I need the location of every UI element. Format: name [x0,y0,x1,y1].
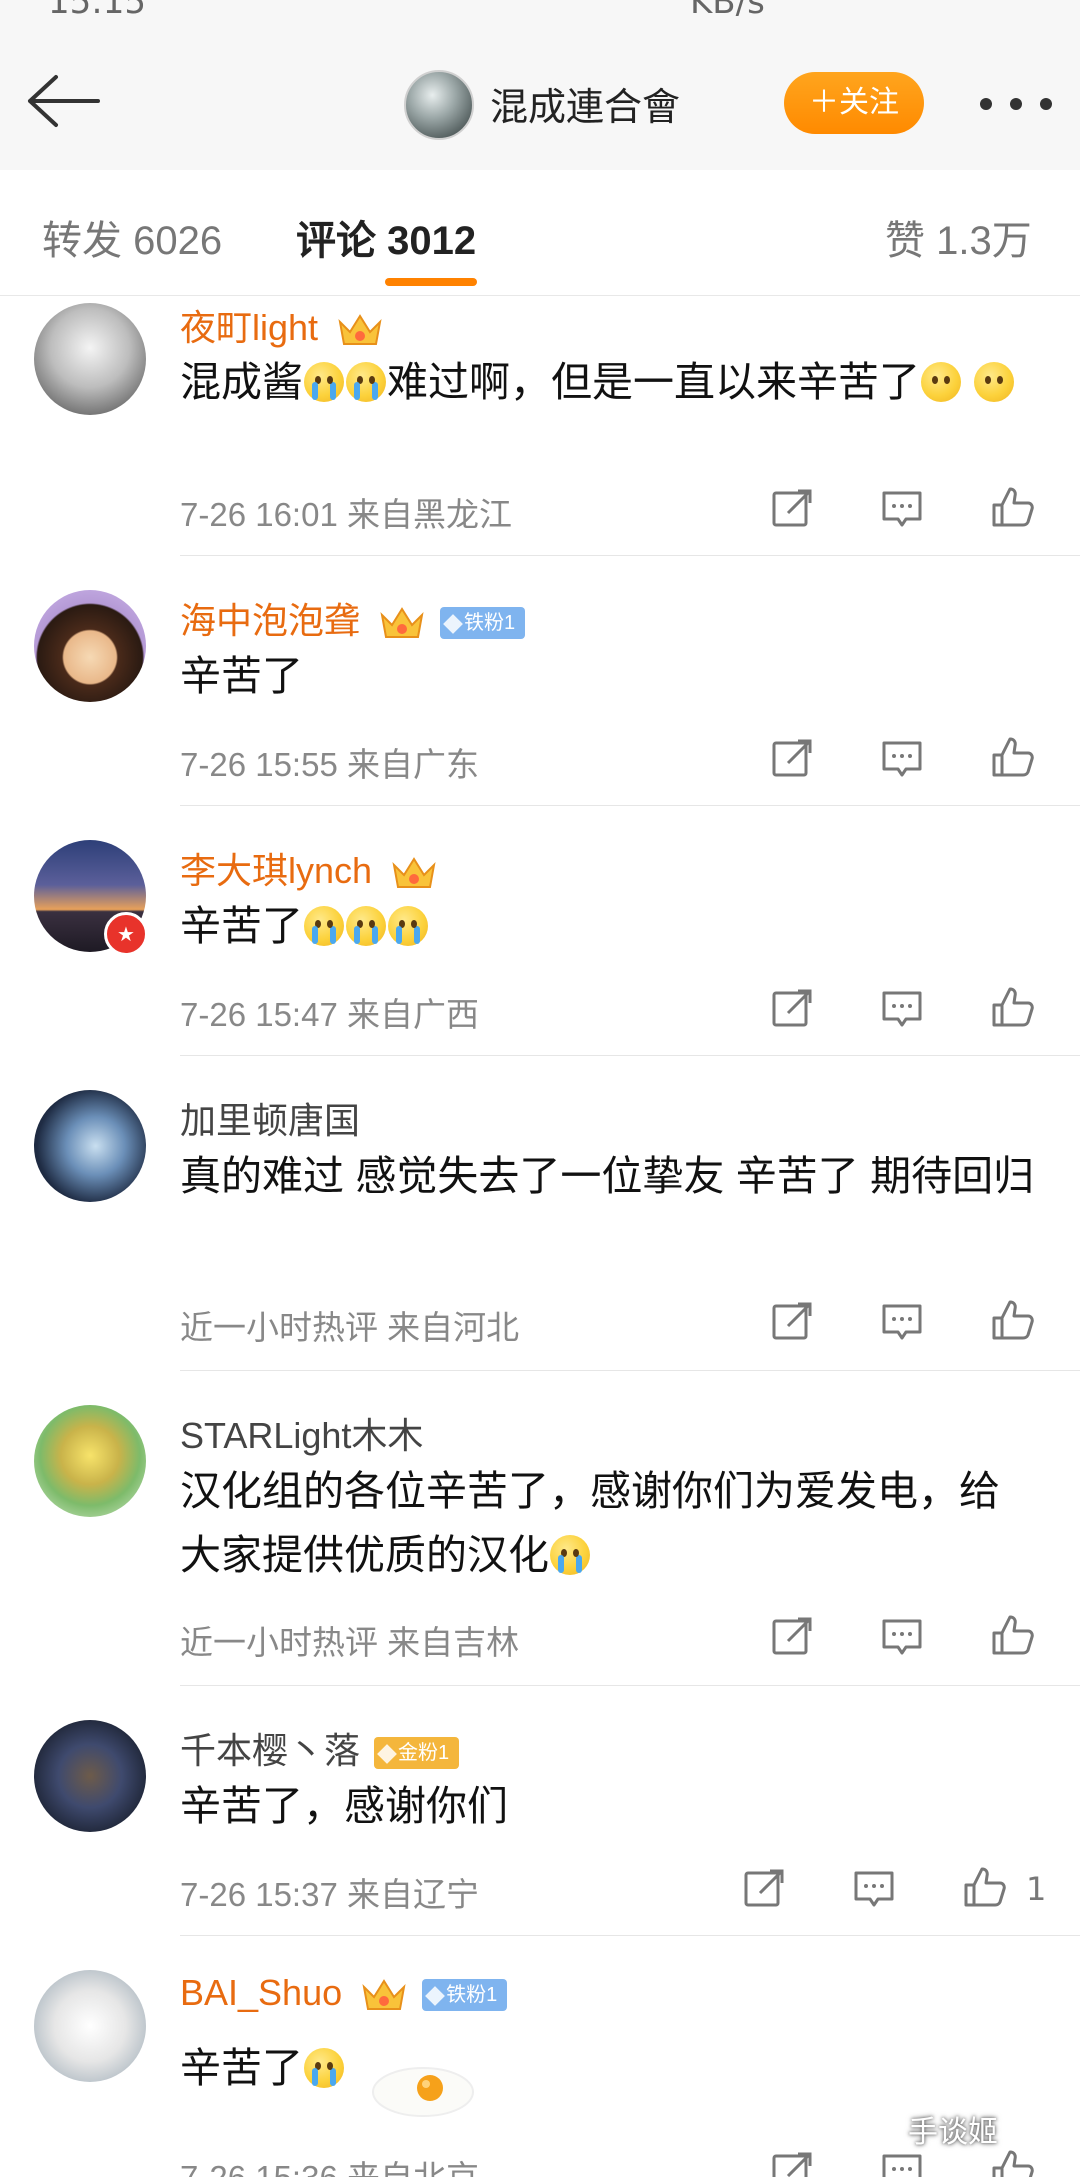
comment-icon[interactable] [880,2150,924,2177]
wechat-icon [857,2104,901,2139]
more-dots-icon[interactable] [980,98,1052,112]
crying-emoji-icon [304,2048,344,2088]
avatar[interactable] [34,1405,146,1517]
crying-emoji-icon [346,906,386,946]
thumbs-up-icon[interactable] [990,985,1034,1029]
thumbs-up-icon[interactable] [990,485,1034,529]
crying-emoji-icon [346,362,386,402]
comment-icon[interactable] [880,737,924,781]
comment-text: 辛苦了 [180,653,303,699]
active-tab-indicator [385,278,477,286]
vip-crown-icon [362,1979,406,2011]
status-time: 15:15 [48,0,146,22]
comment-meta: 近一小时热评 来自河北 [180,1309,520,1346]
username-text[interactable]: 李大琪lynch [180,850,372,891]
comment-username[interactable]: 海中泡泡聋 铁粉1 [180,592,526,644]
avatar[interactable] [34,590,146,702]
account-name[interactable]: 混成連合會 [490,76,680,131]
crying-emoji-icon [550,1535,590,1575]
follow-button[interactable]: ＋关注 [784,72,924,134]
divider [180,1055,1080,1056]
divider [180,1370,1080,1371]
thumbs-up-icon[interactable] [962,1865,1006,1909]
username-text[interactable]: 夜町light [180,307,318,348]
avatar[interactable] [34,1090,146,1202]
tab-comments[interactable]: 评论 3012 [296,208,476,266]
comment-meta: 近一小时热评 来自吉林 [180,1624,520,1661]
tab-bar: 转发 6026 评论 3012 赞 1.3万 [0,170,1080,296]
repost-icon[interactable] [770,2150,814,2177]
comment-icon[interactable] [880,487,924,531]
comment-icon[interactable] [852,1867,896,1911]
comment-text: 真的难过 感觉失去了一位挚友 辛苦了 期待回归 [180,1153,1035,1199]
vip-crown-icon [338,314,382,346]
sad-emoji-icon [921,362,961,402]
comment-meta: 7-26 16:01 来自黑龙江 [180,496,512,533]
comment-text: 辛苦了 [180,894,1040,958]
sad-emoji-icon [974,362,1015,402]
tab-reposts[interactable]: 转发 6026 [42,208,222,266]
avatar[interactable] [34,1720,146,1832]
comment-username[interactable]: 夜町light [180,299,384,351]
comment-username[interactable]: 李大琪lynch [180,842,438,894]
divider [180,1685,1080,1686]
comment-text: 辛苦了，感谢你们 [180,1783,508,1829]
status-bar: 15:15 KB/s [0,0,1080,28]
repost-icon[interactable] [770,1300,814,1344]
username-text[interactable]: 海中泡泡聋 [180,600,360,641]
vip-crown-icon [392,857,436,889]
divider [180,555,1080,556]
comment-text: 汉化组的各位辛苦了，感谢你们为爱发电，给大家提供优质的汉化 [180,1468,1000,1578]
username-text[interactable]: 千本樱丶落 [180,1730,360,1771]
weibo-comments-screen: 15:15 KB/s 混成連合會 ＋关注 转发 6026 评论 3012 赞 1… [0,0,1080,2177]
fan-badge: 铁粉1 [440,607,526,640]
watermark-text: 手谈姬 [908,2116,998,2149]
avatar[interactable] [34,303,146,415]
thumbs-up-icon[interactable] [990,2148,1034,2177]
thumbs-up-icon[interactable] [990,1613,1034,1657]
account-avatar[interactable] [404,70,474,140]
comment-meta: 7-26 15:37 来自辽宁 [180,1876,479,1913]
thumbs-up-icon[interactable] [990,735,1034,779]
divider [180,1935,1080,1936]
repost-icon[interactable] [770,737,814,781]
comment-icon[interactable] [880,1300,924,1344]
repost-icon[interactable] [742,1867,786,1911]
status-network-speed: KB/s [690,0,765,22]
comment-icon[interactable] [880,987,924,1031]
repost-icon[interactable] [770,987,814,1031]
verified-badge: ★ [104,912,148,956]
comment-username[interactable]: STARLight木木 [180,1407,423,1459]
tab-likes[interactable]: 赞 1.3万 [885,208,1032,266]
fried-egg-sticker [372,2067,474,2117]
top-header: 混成連合會 ＋关注 [0,28,1080,171]
comment-username[interactable]: BAI_Shuo 铁粉1 [180,1972,508,2015]
crying-emoji-icon [304,906,344,946]
divider [180,805,1080,806]
repost-icon[interactable] [770,1615,814,1659]
comment-meta: 7-26 15:47 来自广西 [180,996,479,1033]
username-text[interactable]: BAI_Shuo [180,1972,342,2013]
comment-username[interactable]: 千本樱丶落 金粉1 [180,1722,460,1774]
comment-text: 辛苦了 [180,2036,1040,2100]
crying-emoji-icon [304,362,344,402]
comment-meta: 7-26 15:36 来自北京 [180,2151,479,2177]
like-count: 1 [1026,1870,1047,1908]
comment-text: 混成酱 难过啊，但是一直以来辛苦了 [180,350,1040,414]
comment-icon[interactable] [880,1615,924,1659]
repost-icon[interactable] [770,487,814,531]
comment-username[interactable]: 加里顿唐国 [180,1092,360,1144]
fan-badge: 金粉1 [374,1737,460,1770]
back-arrow-icon[interactable] [26,73,102,129]
comment-meta: 7-26 15:55 来自广东 [180,746,479,783]
crying-emoji-icon [388,906,428,946]
vip-crown-icon [380,607,424,639]
thumbs-up-icon[interactable] [990,1298,1034,1342]
fan-badge: 铁粉1 [422,1979,508,2012]
avatar[interactable] [34,1970,146,2082]
